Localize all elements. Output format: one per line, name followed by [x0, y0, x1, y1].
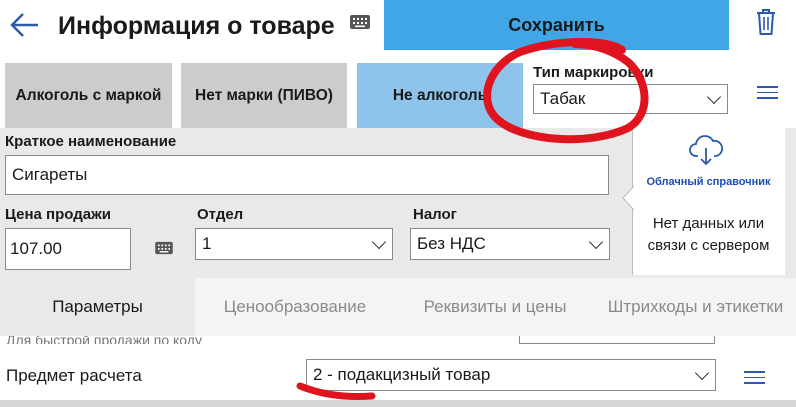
department-value: 1 [202, 234, 212, 253]
scrollbar[interactable] [0, 400, 796, 407]
price-label: Цена продажи [5, 206, 111, 223]
department-select[interactable]: 1 [195, 228, 393, 260]
tax-select[interactable]: Без НДС [410, 228, 610, 260]
cloud-status-text: Нет данных или связи с сервером [647, 215, 770, 254]
alcohol-marked-button[interactable]: Алкоголь с маркой [5, 63, 172, 129]
cloud-directory-title: Облачный справочник [646, 176, 771, 188]
cloud-download-icon[interactable] [688, 132, 724, 168]
tab-requisites[interactable]: Реквизиты и цены [395, 278, 595, 336]
quick-sale-label: Для быстрой продажи по коду [6, 336, 202, 344]
short-name-input[interactable]: Сигареты [5, 155, 609, 195]
tab-parameters[interactable]: Параметры [0, 278, 195, 336]
payment-subject-select[interactable]: 2 - подакцизный товар [306, 359, 716, 391]
price-input[interactable]: 107.00 [5, 228, 131, 270]
save-button[interactable]: Сохранить [384, 0, 729, 50]
marking-type-value: Табак [540, 89, 586, 108]
tab-pricing[interactable]: Ценообразование [195, 278, 395, 336]
tax-value: Без НДС [417, 234, 486, 253]
tab-barcodes[interactable]: Штрихкоды и этикетки [595, 278, 796, 336]
chevron-down-icon [588, 234, 604, 250]
no-mark-beer-button[interactable]: Нет марки (ПИВО) [181, 63, 347, 129]
short-name-label: Краткое наименование [5, 133, 177, 150]
payment-subject-label: Предмет расчета [6, 366, 142, 385]
quick-sale-field[interactable] [519, 336, 715, 344]
department-label: Отдел [197, 206, 244, 223]
marking-type-select[interactable]: Табак [533, 84, 728, 114]
non-alcohol-button[interactable]: Не алкоголь [357, 63, 523, 129]
back-arrow-icon[interactable] [8, 8, 42, 42]
tax-label: Налог [413, 206, 457, 223]
trash-icon[interactable] [754, 8, 778, 36]
menu-icon[interactable] [757, 86, 778, 100]
chevron-down-icon [694, 365, 710, 381]
menu-icon[interactable] [744, 371, 765, 385]
keyboard-icon[interactable] [349, 14, 371, 30]
marking-type-label: Тип маркировки [533, 64, 654, 81]
keyboard-icon[interactable] [154, 241, 174, 255]
page-title: Информация о товаре [58, 12, 335, 40]
chevron-down-icon [371, 234, 387, 250]
payment-subject-value: 2 - подакцизный товар [313, 365, 491, 384]
panel-pointer [622, 186, 634, 210]
chevron-down-icon [706, 89, 722, 105]
